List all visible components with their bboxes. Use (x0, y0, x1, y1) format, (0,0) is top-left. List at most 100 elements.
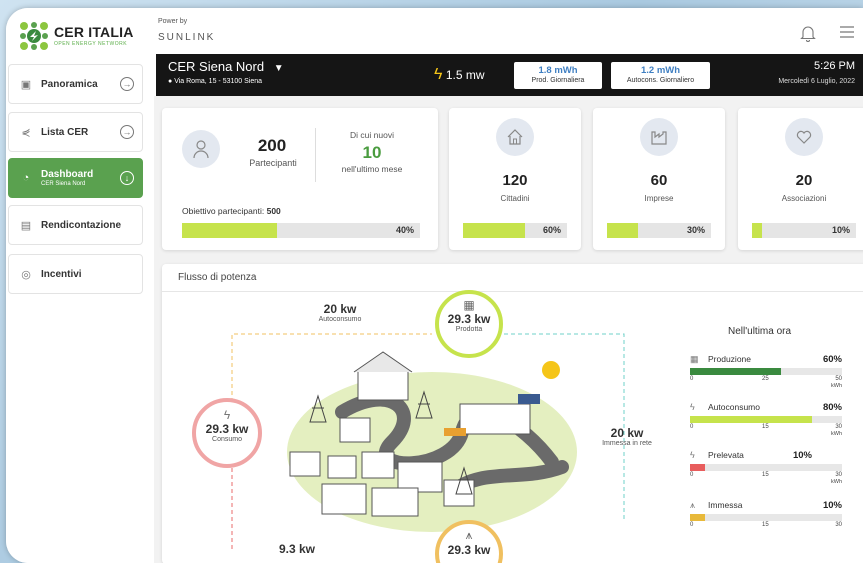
cer-selector[interactable]: CER Siena Nord ▼ (168, 59, 284, 74)
prodotta-value: 29.3 kw (447, 312, 491, 326)
row-pct: 10% (792, 450, 812, 461)
new-participants-sub: nell'ultimo mese (341, 164, 403, 174)
sidebar-item-incentivi[interactable]: ◎ Incentivi (8, 254, 143, 294)
row-pct: 10% (822, 500, 842, 511)
power-value: 1.5 mw (445, 68, 485, 82)
progress-label: 10% (831, 225, 850, 235)
share-icon: ⋞ (21, 126, 31, 139)
consumo-value: 29.3 kw (205, 422, 249, 436)
prelevata-value: 9.3 kw (278, 542, 316, 556)
unit-label: kWh (831, 383, 842, 389)
cer-topbar: CER Siena Nord ▼ ● Via Roma, 15 - 53100 … (156, 54, 863, 96)
hamburger-menu-icon[interactable] (840, 26, 854, 38)
row-bar-fill (690, 368, 782, 375)
progress-label: 30% (686, 225, 705, 235)
tick-label: 15 (762, 424, 769, 430)
autoconsumo-value: 20 kw (323, 302, 357, 316)
associazioni-card: 20 Associazioni 10% (738, 108, 863, 250)
arrow-right-icon: → (120, 77, 134, 91)
imprese-count: 60 (650, 172, 668, 189)
participants-label: Partecipanti (249, 158, 297, 168)
sidebar-item-label: Rendicontazione (41, 219, 122, 231)
row-pct: 80% (822, 402, 842, 413)
imprese-label: Imprese (644, 194, 674, 203)
partner-logo: SUNLINK (158, 32, 216, 43)
tick-label: 15 (762, 522, 769, 528)
row-bar-fill (690, 416, 812, 423)
factory-icon (640, 118, 678, 156)
map-pin-icon: ● (168, 78, 173, 85)
dashboard-label: Dashboard (41, 169, 94, 180)
tick-label: 30 (835, 424, 842, 430)
unit-label: kWh (831, 431, 842, 437)
participants-count: 200 (257, 136, 287, 155)
bolt-icon: ϟ (434, 66, 443, 83)
cittadini-label: Cittadini (500, 194, 530, 203)
power-flow-card: Flusso di potenza 20 kw Autoconsumo ▦ 29… (162, 264, 863, 563)
dashboard-main: 200 Partecipanti Di cui nuovi 10 nell'ul… (154, 96, 863, 563)
associazioni-progress-bar: 10% (752, 223, 856, 238)
participants-progress-bar: 40% (182, 223, 420, 238)
progress-fill (752, 223, 763, 238)
coin-icon: ◎ (21, 268, 31, 281)
row-label: Immessa (708, 500, 743, 510)
row-label: Autoconsumo (708, 402, 760, 412)
daily-production-box: 1.8 mWh Prod. Giornaliera (514, 62, 602, 89)
pylon-icon: ⩚ (465, 528, 473, 542)
document-icon: ▤ (20, 219, 32, 232)
associazioni-label: Associazioni (781, 194, 827, 203)
prelevata-readout: 9.3 kw (262, 542, 332, 556)
prodotta-node: ▦ 29.3 kw Prodotta (435, 290, 503, 358)
consumo-label: Consumo (212, 436, 242, 443)
new-participants-count: 10 (362, 143, 382, 162)
sidebar-item-label: Panoramica (41, 78, 98, 90)
divider (315, 128, 316, 182)
cittadini-progress-bar: 60% (463, 223, 567, 238)
imprese-card: 60 Imprese 30% (593, 108, 725, 250)
row-bar (690, 464, 842, 471)
current-date: Mercoledì 6 Luglio, 2022 (778, 78, 855, 85)
consumo-node: ϟ 29.3 kw Consumo (192, 398, 262, 468)
bolt-icon: ϟ (223, 408, 231, 422)
tick-label: 0 (690, 424, 694, 430)
gauge-icon: ◔ (22, 172, 30, 184)
new-participants-label: Di cui nuovi (350, 130, 394, 140)
row-label: Produzione (708, 354, 752, 364)
sidebar-item-rendicontazione[interactable]: ▤ Rendicontazione (8, 205, 143, 245)
unit-label: kWh (831, 479, 842, 485)
caret-down-icon: ▼ (273, 63, 284, 74)
dashboard-sub: CER Siena Nord (41, 181, 86, 187)
app-window: CER ITALIA OPEN ENERGY NETWORK ▣ Panoram… (6, 8, 863, 563)
progress-label: 40% (395, 225, 414, 235)
cittadini-card: 120 Cittadini 60% (449, 108, 581, 250)
brand-logo[interactable]: CER ITALIA OPEN ENERGY NETWORK (18, 18, 148, 58)
row-bar-fill (690, 514, 706, 521)
sidebar-item-label: Incentivi (41, 268, 82, 280)
tick-label: 0 (690, 472, 694, 478)
brand-title: CER ITALIA (54, 24, 134, 40)
sidebar-item-lista-cer[interactable]: ⋞ Lista CER → (8, 112, 143, 152)
cittadini-count: 120 (502, 172, 528, 189)
current-time: 5:26 PM (814, 60, 855, 72)
sidebar-item-label: Dashboard CER Siena Nord (41, 169, 120, 187)
daily-autoconsumption-value: 1.2 mWh (640, 65, 681, 76)
bell-icon[interactable] (800, 24, 816, 42)
arrow-right-icon: → (120, 125, 134, 139)
daily-autoconsumption-label: Autocons. Giornaliero (626, 77, 695, 84)
tick-label: 0 (690, 522, 694, 528)
brand-logo-icon (20, 22, 48, 50)
immessa-readout: 20 kw Immessa in rete (582, 426, 672, 447)
arrow-down-icon: ↓ (120, 171, 134, 185)
tick-label: 30 (835, 472, 842, 478)
row-pct: 60% (822, 354, 842, 365)
cer-address: ● Via Roma, 15 - 53100 Siena (168, 78, 262, 85)
user-icon (182, 130, 220, 168)
associazioni-count: 20 (795, 172, 813, 189)
sidebar-item-dashboard[interactable]: ◔ Dashboard CER Siena Nord ↓ (8, 158, 143, 198)
bolt-icon: ϟ (690, 402, 695, 412)
row-bar (690, 416, 842, 423)
sidebar-item-panoramica[interactable]: ▣ Panoramica → (8, 64, 143, 104)
autoconsumo-readout: 20 kw Autoconsumo (280, 302, 400, 323)
row-bar (690, 514, 842, 521)
progress-fill (463, 223, 526, 238)
